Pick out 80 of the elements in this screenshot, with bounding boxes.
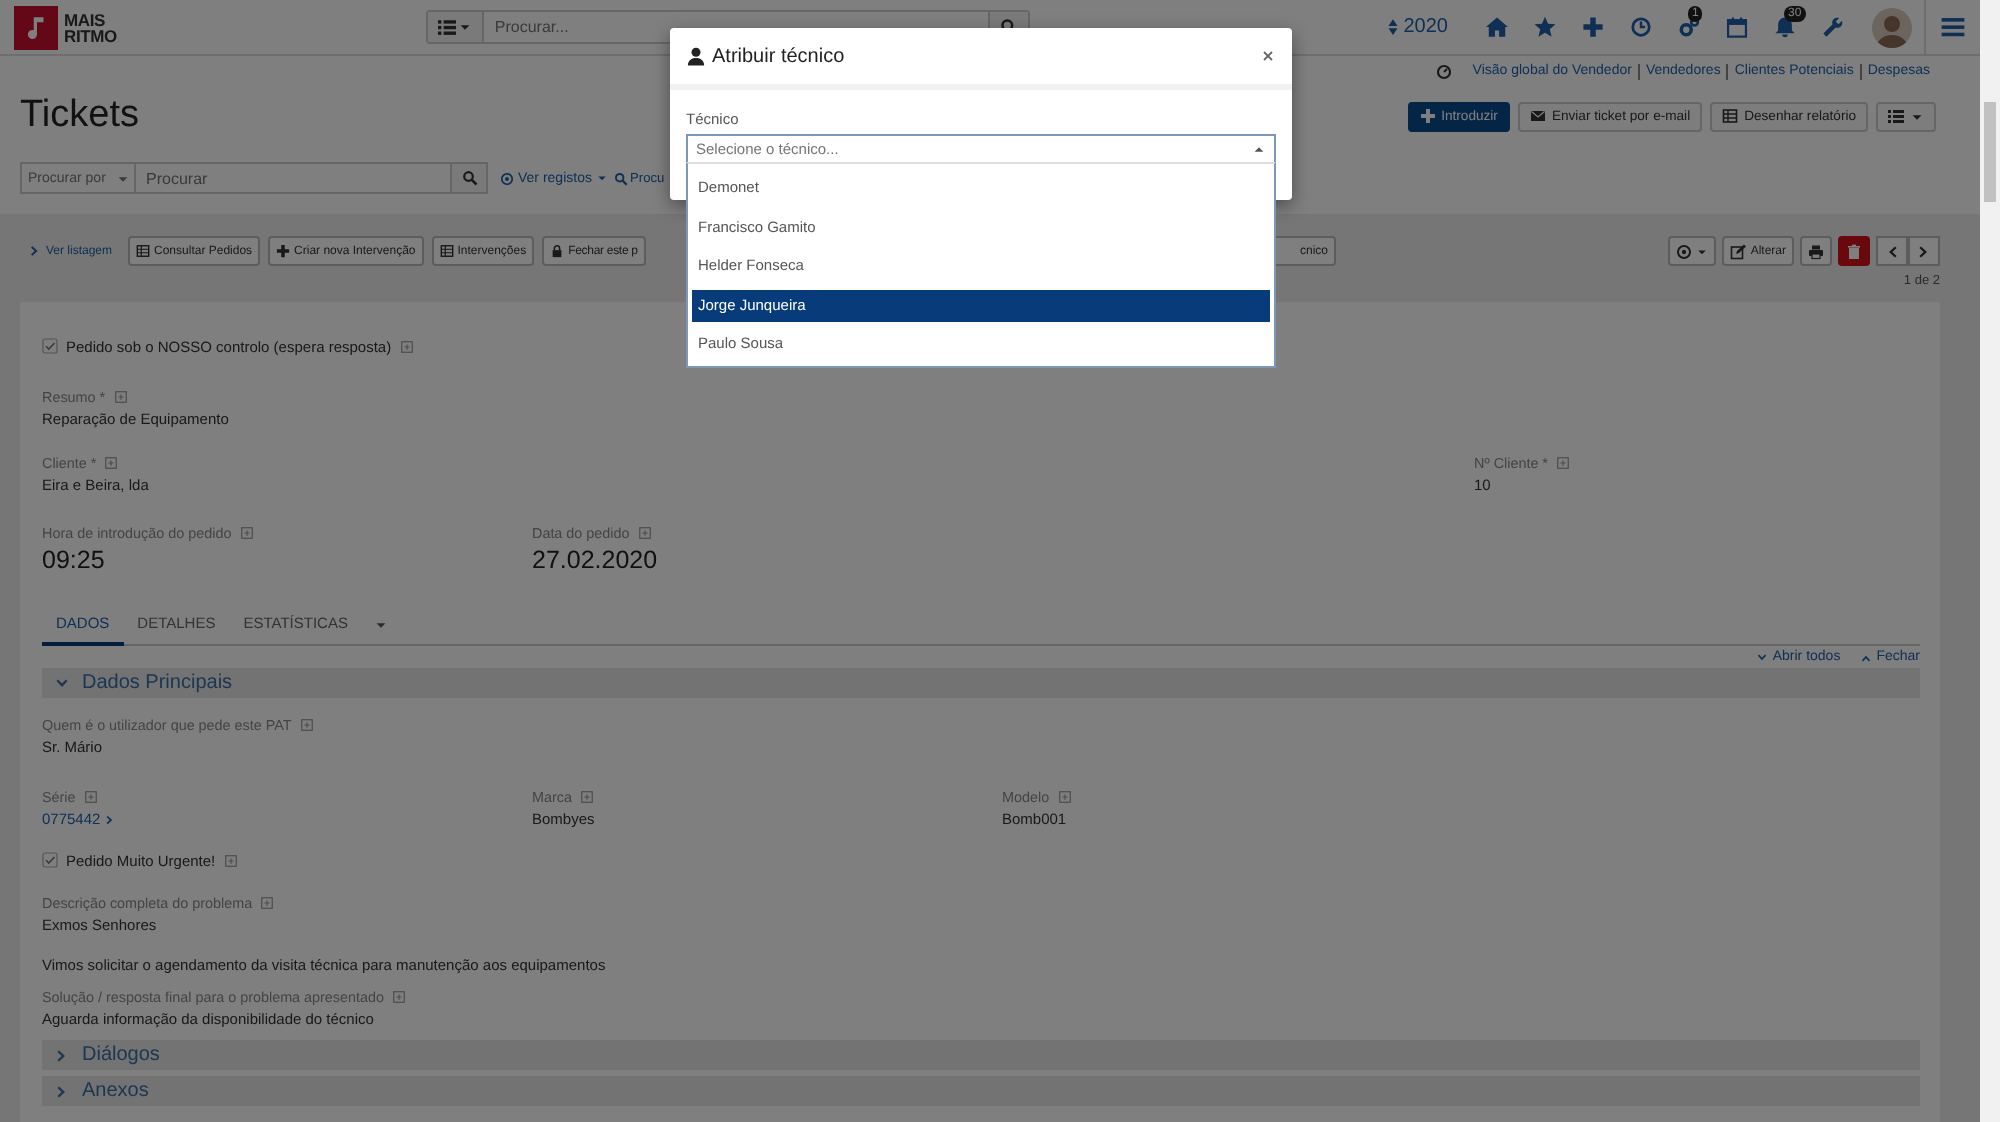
field-value: 27.02.2020 [532,544,660,576]
checkbox[interactable] [42,338,58,354]
search-icon [461,170,477,186]
search-menu-button[interactable] [428,12,485,42]
envelope-icon [1529,108,1546,124]
left-icon [1884,243,1900,259]
home-icon [1485,16,1507,38]
expand-icon[interactable] [1555,456,1570,470]
down-icon [54,675,70,691]
expand-icon[interactable] [239,526,254,540]
view-menu-button[interactable] [1876,101,1936,131]
print-button[interactable] [1800,236,1832,266]
note-icon [23,14,49,40]
lock-icon [550,244,565,258]
checkbox[interactable] [42,852,58,868]
expand-icon[interactable] [399,339,414,353]
right-icon [28,244,42,258]
next-button[interactable] [1908,236,1940,266]
list-icon [438,18,457,36]
caret-icon [595,172,608,184]
caret-icon [373,617,388,631]
menu-icon [1940,14,1966,40]
up-icon [1860,651,1873,663]
year-selector[interactable]: 2020 [1383,16,1448,38]
section-header[interactable]: Dados Principais [42,668,1920,698]
right-icon [54,1047,70,1063]
expand-icon[interactable] [223,853,238,867]
clock-icon [1629,16,1651,38]
list-icon [1888,108,1904,124]
plus-icon [1581,16,1603,38]
target-icon [1676,243,1693,259]
modal-title: Atribuir técnico [712,45,845,67]
search-field[interactable]: Procurar [134,162,452,194]
gears-icon [1677,16,1699,38]
page-title: Tickets [20,94,139,138]
print-icon [1808,243,1824,259]
bell-icon [1773,16,1795,38]
table-icon [136,244,151,258]
expand-icon[interactable] [637,526,652,540]
down-icon [1756,651,1769,663]
close-button[interactable] [1260,48,1276,64]
user-icon [686,46,706,66]
calendar-icon [1725,16,1747,38]
trash-icon [1846,243,1862,259]
expand-icon[interactable] [1057,790,1072,804]
section-header[interactable]: Diálogos [42,1040,1920,1070]
expand-icon[interactable] [83,790,98,804]
expand-icon[interactable] [113,390,128,404]
right-icon [1916,243,1932,259]
expand-icon[interactable] [104,456,119,470]
close-icon [1260,48,1276,64]
caret-icon [116,171,130,185]
caretup-icon [1252,142,1266,156]
expand-icon[interactable] [260,896,275,910]
field-value: 09:25 [42,544,107,576]
right-icon [104,813,117,825]
delete-button[interactable] [1838,236,1870,266]
right-icon [54,1083,70,1099]
caret-icon [1696,245,1709,257]
edit-icon [1730,243,1747,259]
previous-button[interactable] [1876,236,1908,266]
target-icon [500,171,514,185]
caret-icon [1910,109,1924,123]
search-icon [613,171,628,185]
settings-menu-button[interactable] [1668,236,1717,266]
avatar[interactable] [1872,7,1912,47]
section-header[interactable]: Anexos [42,1076,1920,1106]
expand-icon[interactable] [392,990,407,1004]
table-icon [439,244,454,258]
plus-icon [276,244,291,258]
expand-icon[interactable] [299,718,314,732]
logo-text: MAIS RITMO [64,11,117,43]
wrench-icon [1821,16,1843,38]
expand-icon[interactable] [579,790,594,804]
star-icon [1533,16,1555,38]
dashboard-icon [1436,64,1453,80]
plus-icon [1419,108,1436,124]
caret-icon [458,20,473,34]
sort-icon [1383,18,1402,36]
table-icon [1722,108,1739,124]
